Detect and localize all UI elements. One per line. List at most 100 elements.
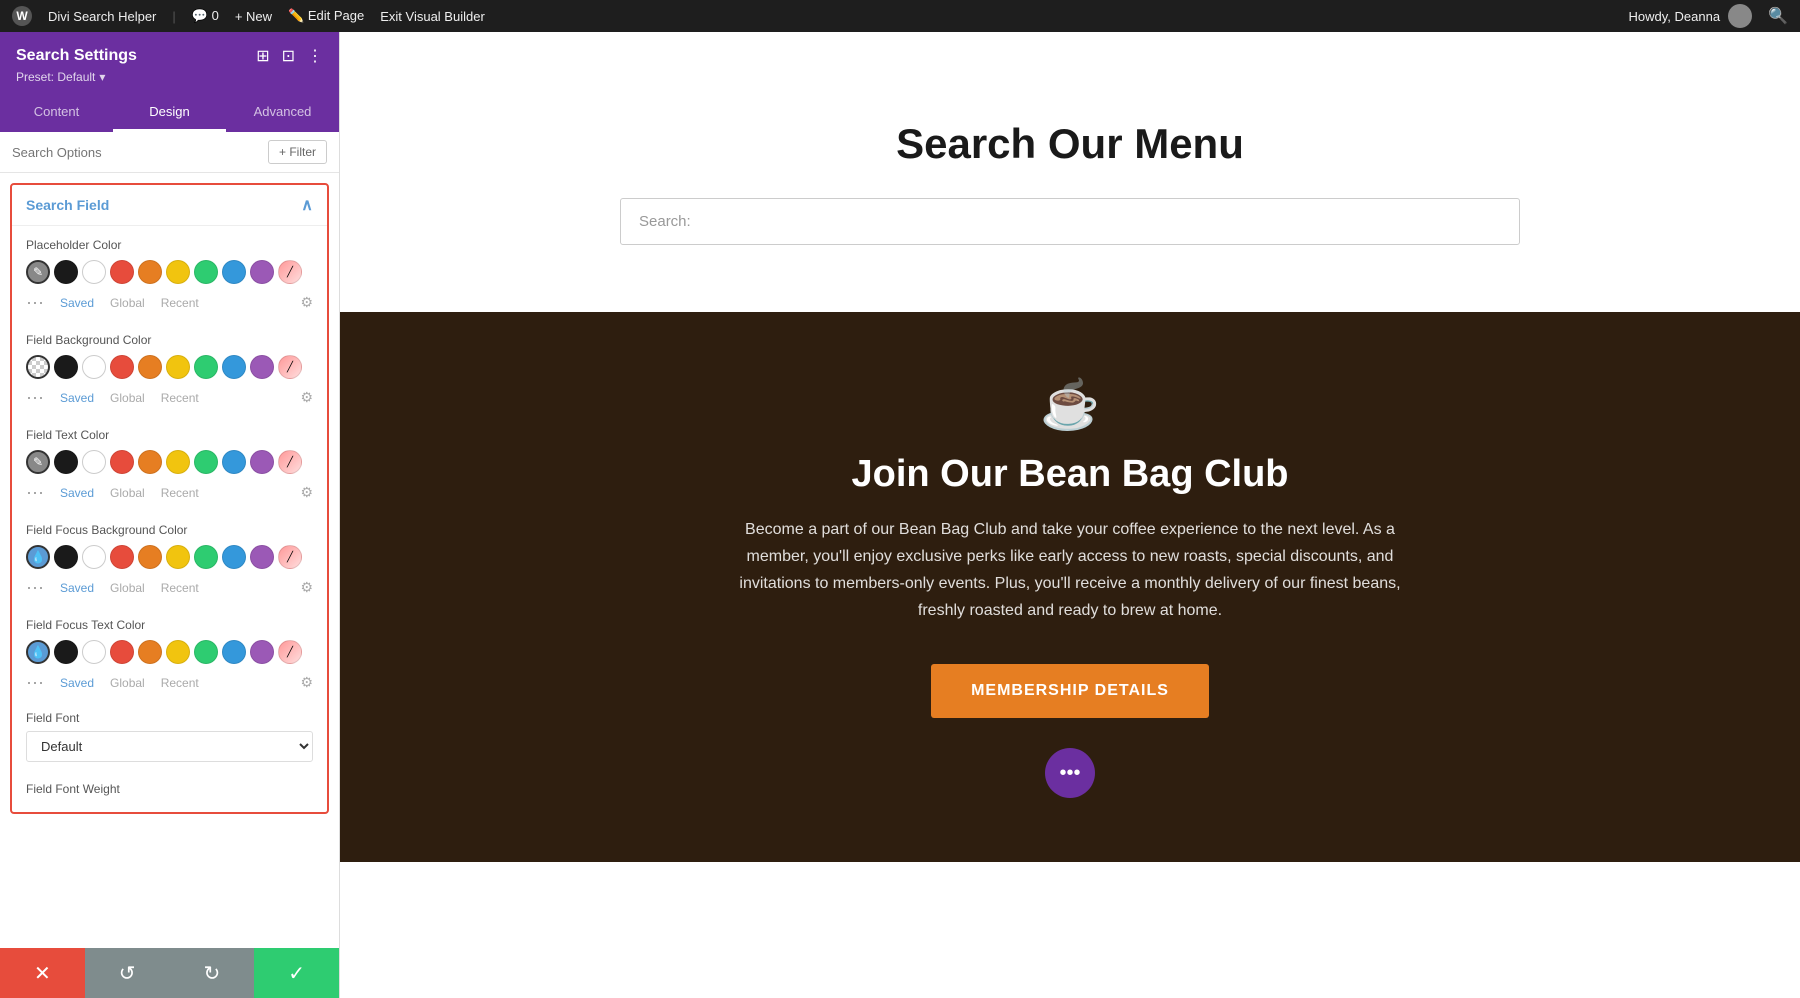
field-focus-bg-saved-tab[interactable]: Saved: [60, 581, 94, 595]
field-bg-transparent-swatch[interactable]: [26, 355, 50, 379]
swatch-green-4[interactable]: [194, 545, 218, 569]
swatch-purple[interactable]: [250, 260, 274, 284]
swatch-red-3[interactable]: [110, 450, 134, 474]
tab-content[interactable]: Content: [0, 94, 113, 132]
swatch-blue-4[interactable]: [222, 545, 246, 569]
swatch-white-4[interactable]: [82, 545, 106, 569]
field-focus-text-more-dots[interactable]: ···: [26, 672, 44, 693]
swatch-orange-4[interactable]: [138, 545, 162, 569]
filter-button[interactable]: + Filter: [268, 140, 327, 164]
section-header[interactable]: Search Field ∧: [12, 185, 327, 226]
swatch-blue-5[interactable]: [222, 640, 246, 664]
swatch-yellow-3[interactable]: [166, 450, 190, 474]
swatch-eraser-5[interactable]: ╱: [278, 640, 302, 664]
field-focus-bg-recent-tab[interactable]: Recent: [161, 581, 199, 595]
placeholder-more-dots[interactable]: ···: [26, 292, 44, 313]
field-focus-bg-gear-icon[interactable]: ⚙: [300, 579, 313, 596]
comments-link[interactable]: 💬 0: [192, 8, 219, 24]
field-focus-text-recent-tab[interactable]: Recent: [161, 676, 199, 690]
tab-design[interactable]: Design: [113, 94, 226, 132]
redo-button[interactable]: ↻: [170, 948, 255, 998]
swatch-green[interactable]: [194, 260, 218, 284]
field-focus-bg-global-tab[interactable]: Global: [110, 581, 145, 595]
field-bg-saved-tab[interactable]: Saved: [60, 391, 94, 405]
field-focus-bg-more-dots[interactable]: ···: [26, 577, 44, 598]
swatch-eraser-2[interactable]: ╱: [278, 355, 302, 379]
swatch-green-3[interactable]: [194, 450, 218, 474]
exit-visual-builder-link[interactable]: Exit Visual Builder: [380, 9, 485, 24]
save-button[interactable]: ✓: [254, 948, 339, 998]
tab-advanced[interactable]: Advanced: [226, 94, 339, 132]
swatch-black[interactable]: [54, 260, 78, 284]
placeholder-pencil-icon[interactable]: ✎: [26, 260, 50, 284]
admin-search-icon[interactable]: 🔍: [1768, 6, 1788, 26]
swatch-red-2[interactable]: [110, 355, 134, 379]
field-bg-recent-tab[interactable]: Recent: [161, 391, 199, 405]
split-icon[interactable]: ⊡: [282, 46, 295, 66]
swatch-yellow-2[interactable]: [166, 355, 190, 379]
field-text-more-dots[interactable]: ···: [26, 482, 44, 503]
field-focus-text-dropper-icon[interactable]: 💧: [26, 640, 50, 664]
swatch-eraser-3[interactable]: ╱: [278, 450, 302, 474]
field-text-gear-icon[interactable]: ⚙: [300, 484, 313, 501]
wp-logo-icon[interactable]: W: [12, 6, 32, 26]
swatch-orange-2[interactable]: [138, 355, 162, 379]
swatch-yellow-4[interactable]: [166, 545, 190, 569]
swatch-green-2[interactable]: [194, 355, 218, 379]
field-focus-bg-dropper-icon[interactable]: 💧: [26, 545, 50, 569]
divi-search-helper-link[interactable]: Divi Search Helper: [48, 9, 156, 24]
swatch-eraser-4[interactable]: ╱: [278, 545, 302, 569]
more-options-button[interactable]: •••: [1045, 748, 1095, 798]
swatch-orange-3[interactable]: [138, 450, 162, 474]
field-focus-text-saved-tab[interactable]: Saved: [60, 676, 94, 690]
swatch-blue[interactable]: [222, 260, 246, 284]
placeholder-gear-icon[interactable]: ⚙: [300, 294, 313, 311]
swatch-orange[interactable]: [138, 260, 162, 284]
field-focus-text-global-tab[interactable]: Global: [110, 676, 145, 690]
swatch-blue-3[interactable]: [222, 450, 246, 474]
field-bg-more-dots[interactable]: ···: [26, 387, 44, 408]
field-bg-gear-icon[interactable]: ⚙: [300, 389, 313, 406]
section-collapse-icon[interactable]: ∧: [301, 195, 313, 215]
more-options-icon[interactable]: ⋮: [307, 46, 323, 66]
placeholder-global-tab[interactable]: Global: [110, 296, 145, 310]
new-link[interactable]: + New: [235, 9, 272, 24]
swatch-white[interactable]: [82, 260, 106, 284]
field-bg-global-tab[interactable]: Global: [110, 391, 145, 405]
swatch-black-2[interactable]: [54, 355, 78, 379]
swatch-yellow-5[interactable]: [166, 640, 190, 664]
field-text-pencil-icon[interactable]: ✎: [26, 450, 50, 474]
swatch-red-4[interactable]: [110, 545, 134, 569]
placeholder-saved-tab[interactable]: Saved: [60, 296, 94, 310]
placeholder-recent-tab[interactable]: Recent: [161, 296, 199, 310]
swatch-white-3[interactable]: [82, 450, 106, 474]
swatch-black-3[interactable]: [54, 450, 78, 474]
swatch-black-5[interactable]: [54, 640, 78, 664]
search-options-input[interactable]: [12, 145, 260, 160]
swatch-orange-5[interactable]: [138, 640, 162, 664]
swatch-red-5[interactable]: [110, 640, 134, 664]
membership-details-button[interactable]: Membership Details: [931, 664, 1209, 718]
swatch-purple-4[interactable]: [250, 545, 274, 569]
swatch-purple-2[interactable]: [250, 355, 274, 379]
swatch-purple-5[interactable]: [250, 640, 274, 664]
swatch-blue-2[interactable]: [222, 355, 246, 379]
swatch-green-5[interactable]: [194, 640, 218, 664]
swatch-eraser[interactable]: ╱: [278, 260, 302, 284]
swatch-white-2[interactable]: [82, 355, 106, 379]
field-text-recent-tab[interactable]: Recent: [161, 486, 199, 500]
swatch-black-4[interactable]: [54, 545, 78, 569]
field-text-global-tab[interactable]: Global: [110, 486, 145, 500]
cancel-button[interactable]: ✕: [0, 948, 85, 998]
swatch-yellow[interactable]: [166, 260, 190, 284]
field-focus-text-gear-icon[interactable]: ⚙: [300, 674, 313, 691]
undo-button[interactable]: ↺: [85, 948, 170, 998]
preset-selector[interactable]: Preset: Default ▾: [16, 70, 323, 84]
screen-icon[interactable]: ⊞: [256, 46, 269, 66]
edit-page-link[interactable]: ✏️ Edit Page: [288, 8, 364, 24]
field-text-saved-tab[interactable]: Saved: [60, 486, 94, 500]
swatch-purple-3[interactable]: [250, 450, 274, 474]
search-box[interactable]: Search:: [620, 198, 1520, 245]
swatch-white-5[interactable]: [82, 640, 106, 664]
swatch-red[interactable]: [110, 260, 134, 284]
